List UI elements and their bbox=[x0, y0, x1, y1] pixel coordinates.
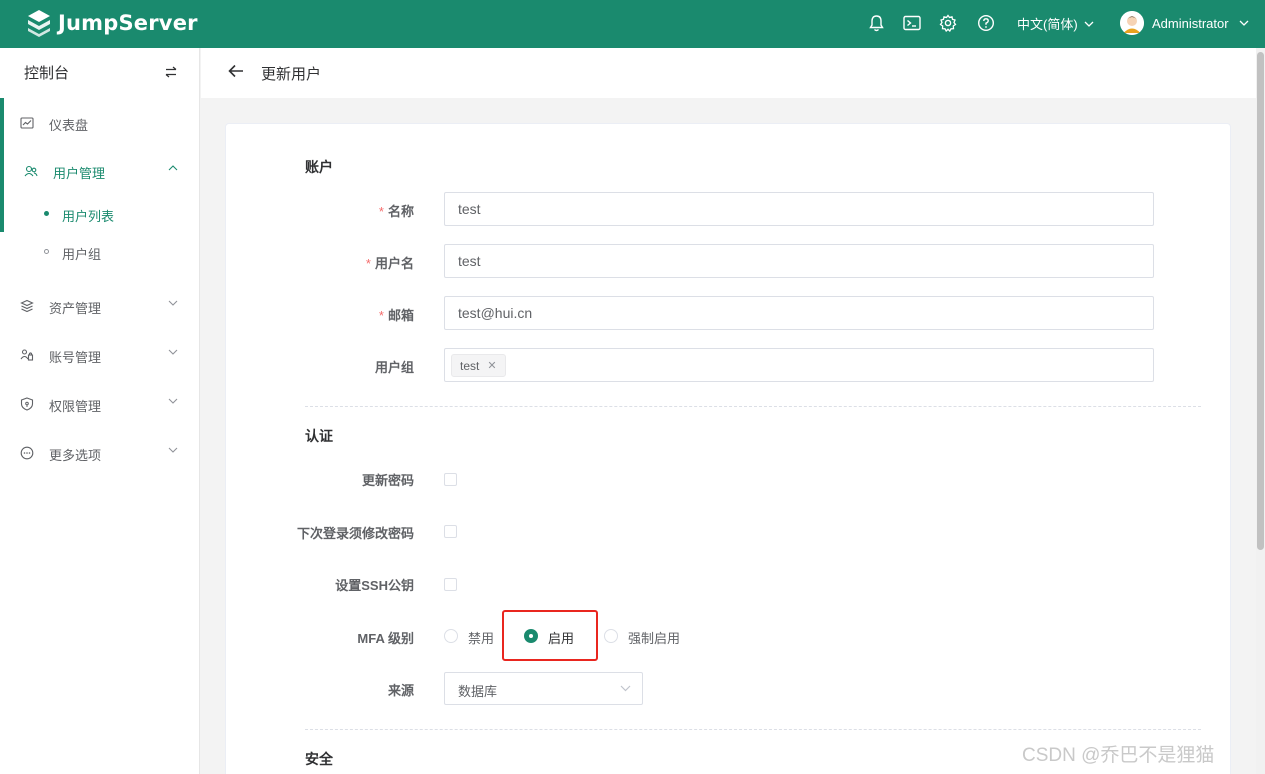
section-divider bbox=[305, 729, 1201, 730]
chevron-down-icon bbox=[1239, 20, 1249, 26]
users-icon bbox=[24, 165, 38, 177]
chevron-down-icon bbox=[620, 685, 631, 692]
chevron-down-icon bbox=[1084, 21, 1094, 27]
page-title: 更新用户 bbox=[261, 66, 322, 83]
email-input[interactable] bbox=[444, 296, 1154, 330]
mfa-level-label: MFA 级别 bbox=[357, 631, 414, 646]
close-icon[interactable]: ✕ bbox=[487, 359, 496, 372]
source-select-value: 数据库 bbox=[458, 684, 498, 699]
chevron-down-icon bbox=[168, 447, 178, 453]
top-navbar: JumpServer 中文(简体) Administrator bbox=[0, 0, 1265, 48]
user-groups-select[interactable]: test ✕ bbox=[444, 348, 1154, 382]
name-input[interactable] bbox=[444, 192, 1154, 226]
bullet-dot bbox=[44, 249, 49, 254]
user-menu[interactable]: Administrator bbox=[1120, 11, 1249, 35]
back-arrow-icon[interactable] bbox=[228, 64, 244, 78]
sidebar-header: 控制台 bbox=[24, 65, 70, 82]
name-label-text: 名称 bbox=[387, 204, 414, 219]
must-change-password-checkbox[interactable] bbox=[444, 525, 457, 538]
mfa-forced-radio[interactable] bbox=[604, 629, 618, 643]
section-title-security: 安全 bbox=[305, 751, 333, 767]
sidebar-item-asset-management[interactable]: 资产管理 bbox=[0, 286, 199, 326]
must-change-password-label: 下次登录须修改密码 bbox=[296, 526, 414, 541]
assets-icon bbox=[20, 299, 34, 313]
sidebar-subitem-user-groups[interactable]: 用户组 bbox=[0, 234, 199, 270]
sidebar-subitem-label: 用户列表 bbox=[62, 209, 115, 224]
chevron-down-icon bbox=[168, 398, 178, 404]
mfa-forced-label[interactable]: 强制启用 bbox=[628, 628, 680, 647]
bell-icon[interactable] bbox=[866, 13, 886, 33]
help-icon[interactable] bbox=[976, 13, 996, 33]
more-icon bbox=[20, 446, 34, 460]
sidebar-item-label: 权限管理 bbox=[49, 399, 102, 414]
sidebar-subitem-user-list[interactable]: 用户列表 bbox=[0, 196, 199, 232]
section-title-auth: 认证 bbox=[305, 428, 333, 444]
sidebar-subitem-label: 用户组 bbox=[62, 247, 102, 262]
username-input[interactable] bbox=[444, 244, 1154, 278]
username-label-text: 用户名 bbox=[374, 256, 414, 271]
username-label: * 用户名 bbox=[366, 253, 414, 272]
source-label: 来源 bbox=[387, 683, 414, 698]
shield-icon bbox=[20, 397, 34, 411]
required-marker: * bbox=[378, 204, 384, 219]
page-header: 更新用户 bbox=[201, 48, 1256, 98]
username-label: Administrator bbox=[1152, 15, 1229, 31]
set-ssh-key-checkbox[interactable] bbox=[444, 578, 457, 591]
email-label: * 邮箱 bbox=[379, 305, 414, 324]
user-group-tag: test ✕ bbox=[451, 354, 506, 377]
accounts-icon bbox=[20, 349, 34, 361]
sidebar-item-label: 资产管理 bbox=[49, 301, 102, 316]
chevron-down-icon bbox=[168, 300, 178, 306]
sidebar-item-label: 用户管理 bbox=[53, 166, 106, 181]
brand-name: JumpServer bbox=[58, 11, 198, 35]
sidebar-item-label: 更多选项 bbox=[49, 448, 102, 463]
section-title-account: 账户 bbox=[305, 159, 333, 175]
jumpserver-logo-icon bbox=[28, 10, 50, 37]
required-marker: * bbox=[365, 256, 371, 271]
update-password-label: 更新密码 bbox=[361, 473, 414, 488]
sidebar-item-label: 账号管理 bbox=[49, 350, 102, 365]
section-divider bbox=[305, 406, 1201, 407]
sidebar-item-user-management[interactable]: 用户管理 bbox=[0, 151, 199, 191]
bullet-dot bbox=[44, 211, 49, 216]
sidebar: 控制台 仪表盘 用户管理 用户列表 用户组 资产管理 账号管理 权限管理 更多选… bbox=[0, 48, 200, 774]
sidebar-item-label: 仪表盘 bbox=[49, 118, 89, 133]
set-ssh-key-label: 设置SSH公钥 bbox=[335, 578, 414, 593]
language-label: 中文(简体) bbox=[1017, 17, 1078, 32]
scrollbar-thumb[interactable] bbox=[1257, 52, 1264, 550]
mfa-disabled-label[interactable]: 禁用 bbox=[468, 628, 494, 647]
avatar bbox=[1120, 11, 1144, 35]
switch-icon[interactable] bbox=[164, 66, 178, 78]
active-indicator bbox=[0, 98, 4, 232]
logo[interactable]: JumpServer bbox=[26, 9, 198, 37]
terminal-icon[interactable] bbox=[902, 13, 922, 33]
source-select[interactable]: 数据库 bbox=[444, 672, 643, 705]
update-password-checkbox[interactable] bbox=[444, 473, 457, 486]
user-groups-label: 用户组 bbox=[374, 360, 414, 375]
sidebar-item-dashboard[interactable]: 仪表盘 bbox=[0, 103, 199, 143]
highlight-box bbox=[502, 610, 598, 661]
gear-icon[interactable] bbox=[938, 13, 958, 33]
watermark: CSDN @乔巴不是狸猫 bbox=[1022, 745, 1215, 766]
language-selector[interactable]: 中文(简体) bbox=[1017, 14, 1094, 33]
mfa-disabled-radio[interactable] bbox=[444, 629, 458, 643]
chevron-up-icon bbox=[168, 165, 178, 171]
sidebar-item-more-options[interactable]: 更多选项 bbox=[0, 433, 199, 473]
name-label: * 名称 bbox=[379, 201, 414, 220]
dashboard-icon bbox=[20, 117, 34, 129]
sidebar-item-account-management[interactable]: 账号管理 bbox=[0, 335, 199, 375]
email-label-text: 邮箱 bbox=[387, 308, 414, 323]
required-marker: * bbox=[378, 308, 384, 323]
tag-label: test bbox=[460, 358, 480, 373]
chevron-down-icon bbox=[168, 349, 178, 355]
sidebar-item-permission-management[interactable]: 权限管理 bbox=[0, 384, 199, 424]
